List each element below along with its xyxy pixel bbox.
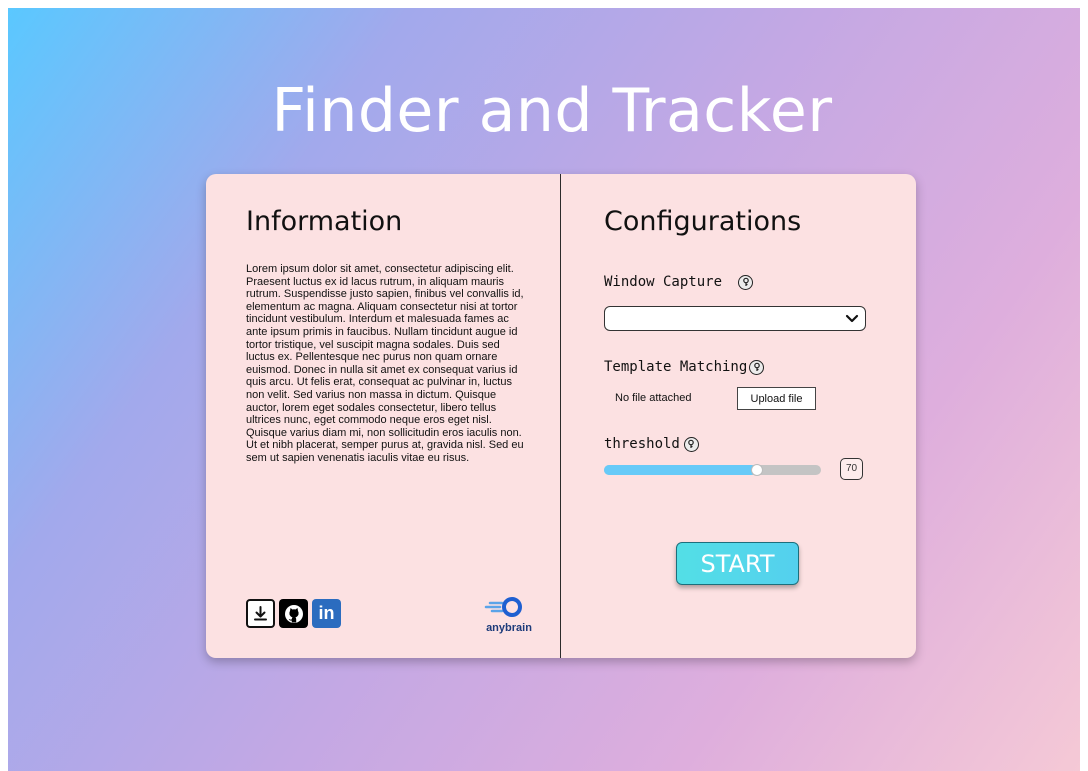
- main-card: Information Lorem ipsum dolor sit amet, …: [206, 174, 916, 658]
- linkedin-glyph: in: [318, 603, 335, 623]
- template-matching-label-row: Template Matching: [604, 359, 765, 375]
- threshold-label-row: threshold: [604, 436, 699, 452]
- window-capture-label: Window Capture: [604, 274, 723, 290]
- threshold-slider[interactable]: [604, 464, 821, 476]
- file-status-text: No file attached: [615, 392, 692, 404]
- threshold-label: threshold: [604, 436, 680, 452]
- help-icon[interactable]: [738, 274, 754, 290]
- window-capture-label-row: Window Capture: [604, 274, 754, 290]
- download-icon[interactable]: [246, 599, 275, 628]
- github-icon[interactable]: [279, 599, 308, 628]
- anybrain-logo-icon: [484, 597, 522, 617]
- anybrain-logo: anybrain: [478, 594, 540, 634]
- window-capture-select[interactable]: [604, 306, 866, 331]
- template-matching-label: Template Matching: [604, 359, 748, 375]
- threshold-slider-thumb[interactable]: [750, 464, 763, 476]
- chevron-down-icon: [845, 314, 859, 323]
- information-heading: Information: [246, 206, 403, 237]
- help-icon[interactable]: [749, 359, 765, 375]
- upload-file-button[interactable]: Upload file: [737, 387, 816, 410]
- start-button[interactable]: START: [676, 542, 799, 585]
- threshold-value-input[interactable]: 70: [840, 458, 863, 480]
- app-title: Finder and Tracker: [271, 76, 833, 146]
- anybrain-wordmark: anybrain: [486, 622, 532, 634]
- help-icon[interactable]: [683, 436, 699, 452]
- panel-divider: [560, 174, 561, 658]
- threshold-slider-fill: [604, 465, 756, 475]
- information-text: Lorem ipsum dolor sit amet, consectetur …: [246, 263, 524, 464]
- linkedin-icon[interactable]: in: [312, 599, 341, 628]
- background: Finder and Tracker Information Lorem ips…: [8, 8, 1080, 771]
- link-icons: in: [246, 599, 341, 628]
- configurations-heading: Configurations: [604, 206, 802, 237]
